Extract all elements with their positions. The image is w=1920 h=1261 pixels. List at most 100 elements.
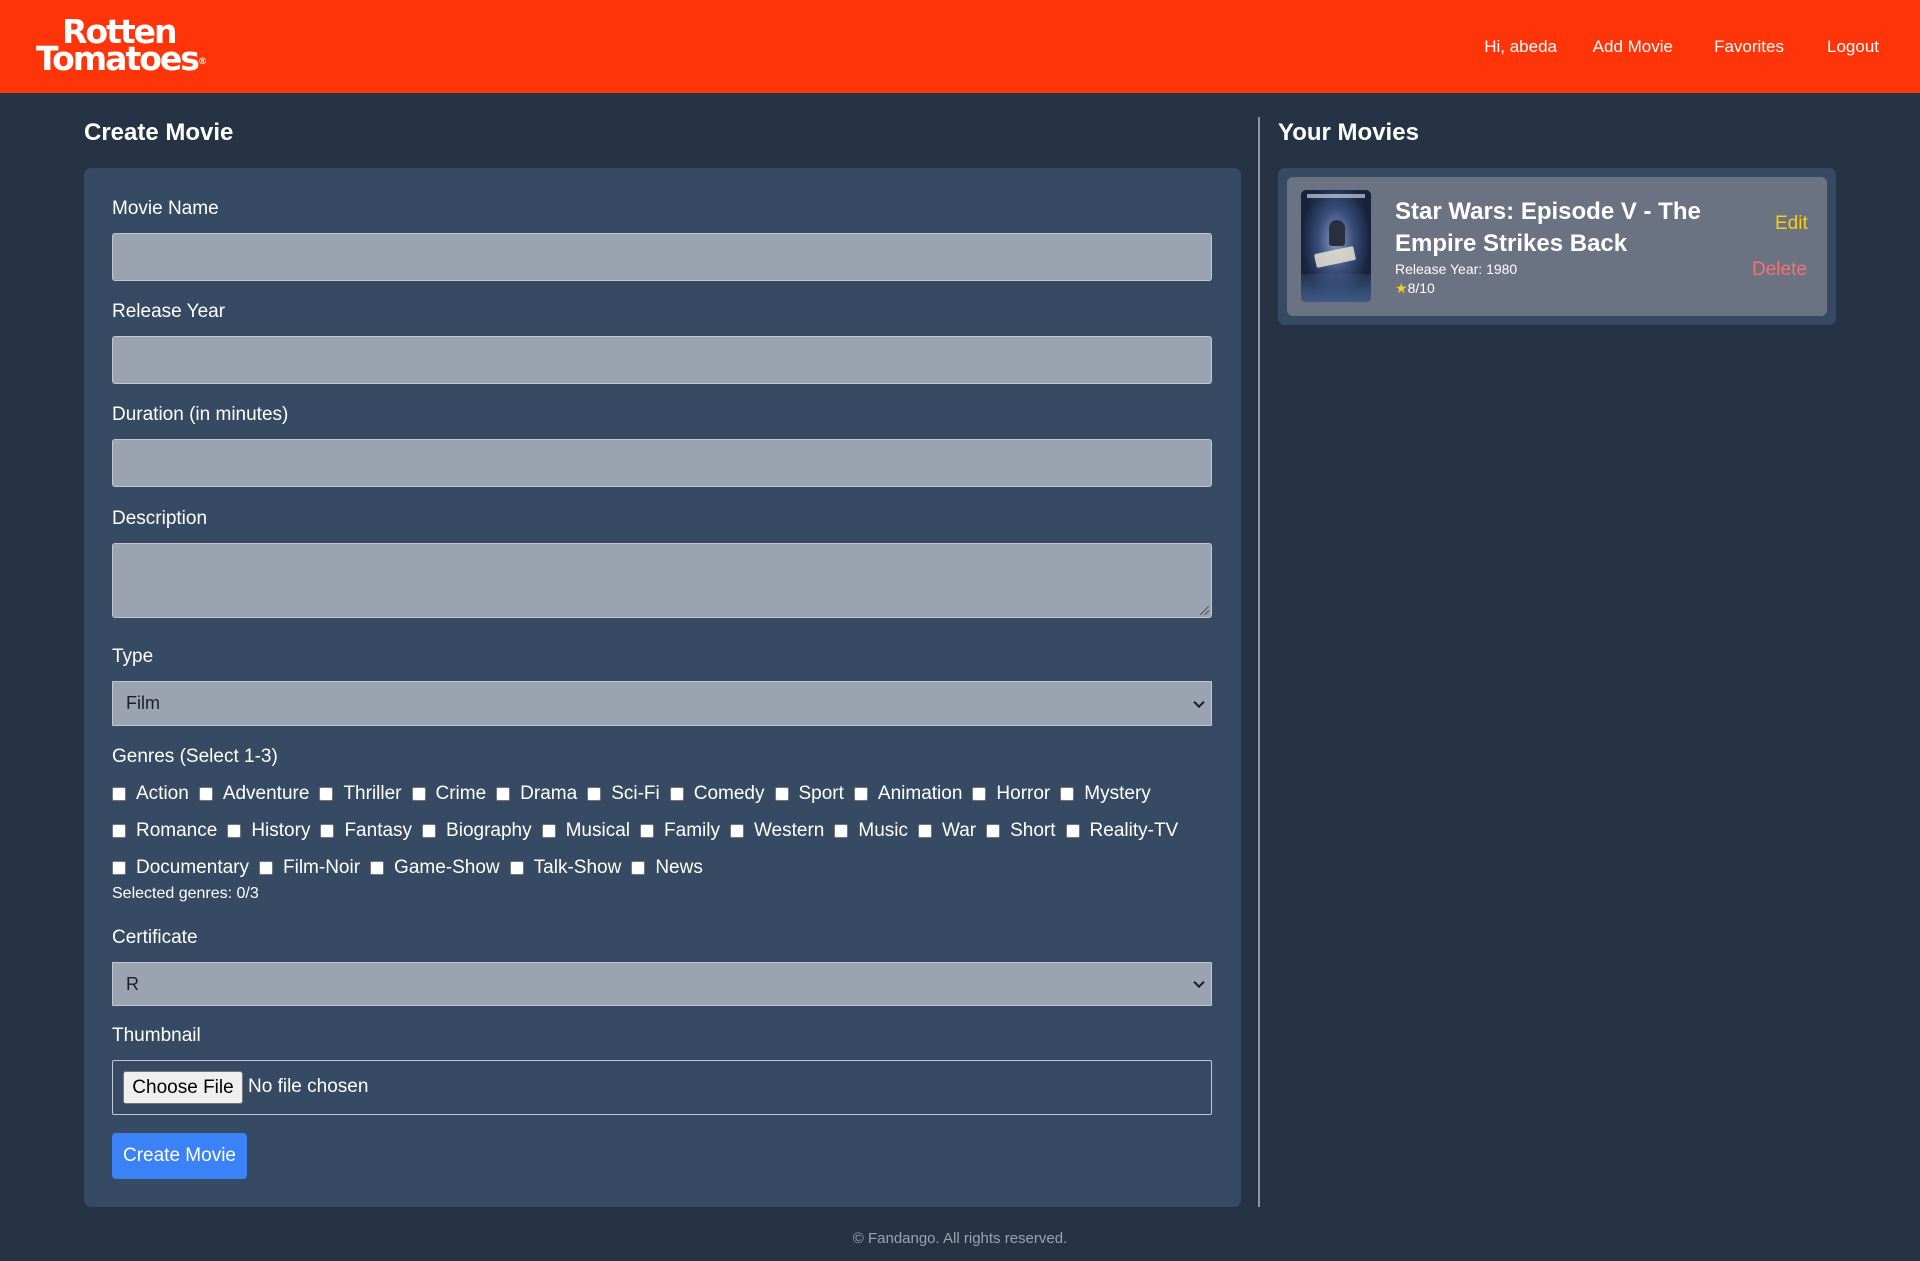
top-header: Rotten Tomatoes® Hi, abeda Add Movie Fav… (0, 0, 1920, 93)
type-label: Type (112, 646, 154, 667)
genre-checkbox[interactable] (587, 787, 602, 801)
edit-movie-button[interactable]: Edit (1775, 212, 1808, 236)
genre-checkbox[interactable] (1060, 787, 1075, 801)
genre-option[interactable]: Musical (541, 819, 630, 843)
genre-option[interactable]: History (227, 819, 310, 843)
genre-checkbox[interactable] (918, 824, 932, 838)
genre-option[interactable]: Action (112, 782, 189, 806)
certificate-select[interactable]: R (112, 962, 1212, 1006)
genre-checkbox[interactable] (227, 824, 242, 838)
genre-checkbox[interactable] (631, 861, 646, 875)
genre-checkbox[interactable] (319, 787, 334, 801)
rotten-tomatoes-logo[interactable]: Rotten Tomatoes® (36, 15, 216, 78)
footer-copyright: © Fandango. All rights reserved. (852, 1230, 1068, 1247)
genre-checkbox[interactable] (259, 861, 273, 875)
genre-checkbox[interactable] (198, 787, 213, 801)
movie-poster-image (1301, 190, 1371, 302)
type-select[interactable]: Film (112, 681, 1212, 726)
genre-option[interactable]: Talk-Show (509, 856, 621, 880)
genre-option[interactable]: Animation (853, 782, 962, 806)
star-icon: ★ (1395, 280, 1408, 296)
movie-name-input[interactable] (112, 233, 1212, 281)
description-textarea[interactable] (112, 543, 1212, 618)
release-year-label: Release Year (112, 301, 226, 322)
genre-option[interactable]: Film-Noir (259, 856, 360, 880)
nav-add-movie[interactable]: Add Movie (1593, 36, 1673, 58)
description-label: Description (112, 508, 208, 529)
your-movies-heading: Your Movies (1278, 119, 1419, 146)
genre-checkbox[interactable] (370, 861, 385, 875)
genre-checkbox[interactable] (411, 787, 426, 801)
resize-grip-icon[interactable] (1200, 606, 1209, 615)
genre-checkbox[interactable] (541, 824, 556, 838)
nav-greeting[interactable]: Hi, abeda (1484, 36, 1557, 58)
genre-checkbox[interactable] (320, 824, 335, 838)
genre-checkbox[interactable] (112, 787, 126, 801)
genre-option[interactable]: Comedy (669, 782, 765, 806)
certificate-selected-value: R (126, 973, 139, 994)
release-year-input[interactable] (112, 336, 1212, 384)
genre-option[interactable]: War (918, 819, 976, 843)
genre-option[interactable]: Documentary (112, 856, 249, 880)
genre-option[interactable]: Music (834, 819, 908, 843)
poster-logo (1313, 245, 1357, 269)
genre-option[interactable]: Mystery (1060, 782, 1151, 806)
genre-option[interactable]: Fantasy (320, 819, 412, 843)
genre-checkbox[interactable] (986, 824, 1001, 838)
nav-favorites[interactable]: Favorites (1714, 36, 1784, 58)
poster-title-strip (1307, 194, 1365, 198)
genres-row-3: Documentary Film-Noir Game-Show Talk-Sho… (112, 855, 713, 881)
genre-option[interactable]: Family (640, 819, 720, 843)
genre-option[interactable]: News (631, 856, 703, 880)
genre-checkbox[interactable] (853, 787, 868, 801)
nav-logout[interactable]: Logout (1827, 36, 1879, 58)
poster-bottom (1301, 274, 1371, 302)
genre-option[interactable]: Biography (422, 819, 532, 843)
genres-row-2: Romance History Fantasy Biography Musica… (112, 818, 1188, 844)
genre-option[interactable]: Short (986, 819, 1056, 843)
genre-option[interactable]: Sci-Fi (587, 782, 660, 806)
logo-line-2: Tomatoes® (36, 39, 207, 78)
type-selected-value: Film (126, 693, 160, 713)
genre-checkbox[interactable] (112, 861, 126, 875)
genre-checkbox[interactable] (834, 824, 849, 838)
thumbnail-file-input[interactable]: Choose File No file chosen (112, 1060, 1212, 1115)
genre-checkbox[interactable] (509, 861, 524, 875)
genre-option[interactable]: Romance (112, 819, 217, 843)
genre-checkbox[interactable] (1065, 824, 1080, 838)
movie-release-year: Release Year: 1980 (1395, 261, 1518, 277)
genre-option[interactable]: Adventure (198, 782, 309, 806)
genre-checkbox[interactable] (112, 824, 126, 838)
genre-option[interactable]: Western (729, 819, 824, 843)
panel-divider (1258, 117, 1260, 1207)
chevron-down-icon (1193, 696, 1205, 708)
genre-checkbox[interactable] (640, 824, 655, 838)
genre-option[interactable]: Horror (972, 782, 1050, 806)
genre-checkbox[interactable] (972, 787, 987, 801)
choose-file-button[interactable]: Choose File (123, 1071, 243, 1104)
duration-input[interactable] (112, 439, 1212, 487)
genre-option[interactable]: Thriller (319, 782, 402, 806)
genre-option[interactable]: Drama (496, 782, 577, 806)
genre-checkbox[interactable] (774, 787, 789, 801)
create-movie-button[interactable]: Create Movie (112, 1133, 247, 1179)
thumbnail-label: Thumbnail (112, 1025, 201, 1046)
genre-checkbox[interactable] (422, 824, 437, 838)
genre-checkbox[interactable] (729, 824, 744, 838)
duration-label: Duration (in minutes) (112, 404, 289, 425)
genre-option[interactable]: Game-Show (370, 856, 500, 880)
certificate-label: Certificate (112, 927, 198, 948)
create-movie-heading: Create Movie (84, 119, 234, 146)
genre-option[interactable]: Crime (411, 782, 486, 806)
genres-row-1: Action Adventure Thriller Crime Drama Sc… (112, 781, 1161, 807)
genre-checkbox[interactable] (496, 787, 511, 801)
selected-genres-count: Selected genres: 0/3 (112, 885, 259, 902)
delete-movie-button[interactable]: Delete (1752, 258, 1807, 282)
genre-option[interactable]: Reality-TV (1065, 819, 1178, 843)
movie-rating: ★8/10 (1395, 279, 1435, 297)
movie-title: Star Wars: Episode V - The Empire Strike… (1395, 198, 1701, 257)
movie-name-label: Movie Name (112, 198, 219, 219)
movie-rating-value: 8/10 (1407, 280, 1435, 296)
genre-checkbox[interactable] (669, 787, 684, 801)
genre-option[interactable]: Sport (774, 782, 844, 806)
